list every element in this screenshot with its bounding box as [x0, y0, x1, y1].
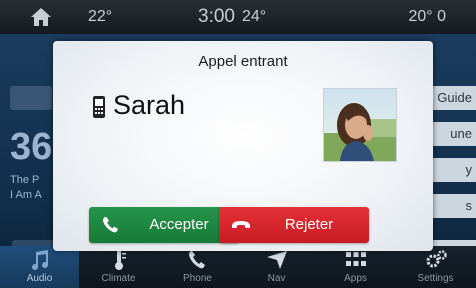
incoming-call-dialog: Appel entrant Sarah Accepter Rejeter [53, 41, 433, 251]
nav-label-nav: Nav [267, 273, 286, 284]
home-icon[interactable] [30, 7, 52, 27]
nav-label-audio: Audio [26, 273, 53, 284]
caller-photo [323, 88, 397, 162]
nav-label-settings: Settings [417, 273, 454, 284]
nav-climate[interactable]: Climate [79, 246, 158, 288]
thermometer-icon [114, 250, 126, 270]
outside-temperature: 24° [242, 8, 267, 25]
nav-navigation[interactable]: Nav [237, 246, 316, 288]
channel-number: 36 [10, 126, 53, 168]
apps-grid-icon [345, 252, 366, 266]
mobile-phone-icon [93, 96, 105, 118]
track-title: I Am A [10, 189, 42, 201]
track-artist: The P [10, 174, 40, 186]
nav-audio[interactable]: Audio [0, 246, 79, 288]
clock: 3:00 [198, 6, 235, 27]
dialog-title: Appel entrant [198, 53, 288, 70]
driver-temperature[interactable]: 22° [88, 8, 112, 26]
navigation-arrow-icon [266, 251, 287, 269]
source-button[interactable] [10, 86, 52, 110]
phone-answer-icon [103, 217, 118, 233]
presets-tab[interactable]: s [426, 194, 476, 218]
nav-label-climate: Climate [101, 273, 136, 284]
music-note-icon [31, 250, 48, 271]
phone-icon [188, 251, 205, 269]
accept-label: Accepter [149, 216, 209, 233]
nav-phone[interactable]: Phone [158, 246, 237, 288]
guide-tab[interactable]: Guide [426, 86, 476, 110]
nav-settings[interactable]: Settings [395, 246, 476, 288]
passenger-temperature[interactable]: 20° 0 [408, 8, 446, 26]
nav-label-apps: Apps [344, 273, 367, 284]
status-bar: 22° 3:00 24° 20° 0 [0, 0, 476, 34]
accept-button[interactable]: Accepter [89, 207, 239, 243]
category-tab[interactable]: y [426, 158, 476, 182]
reject-label: Rejeter [284, 216, 334, 233]
phone-hangup-icon [232, 221, 250, 228]
nav-apps[interactable]: Apps [316, 246, 395, 288]
bottom-nav: Audio Climate Phone Nav Apps Settings [0, 246, 476, 288]
nav-label-phone: Phone [183, 273, 212, 284]
caller-name: Sarah [113, 90, 186, 120]
reject-button[interactable]: Rejeter [219, 207, 369, 243]
gears-icon [426, 250, 447, 268]
tune-tab[interactable]: une [426, 122, 476, 146]
